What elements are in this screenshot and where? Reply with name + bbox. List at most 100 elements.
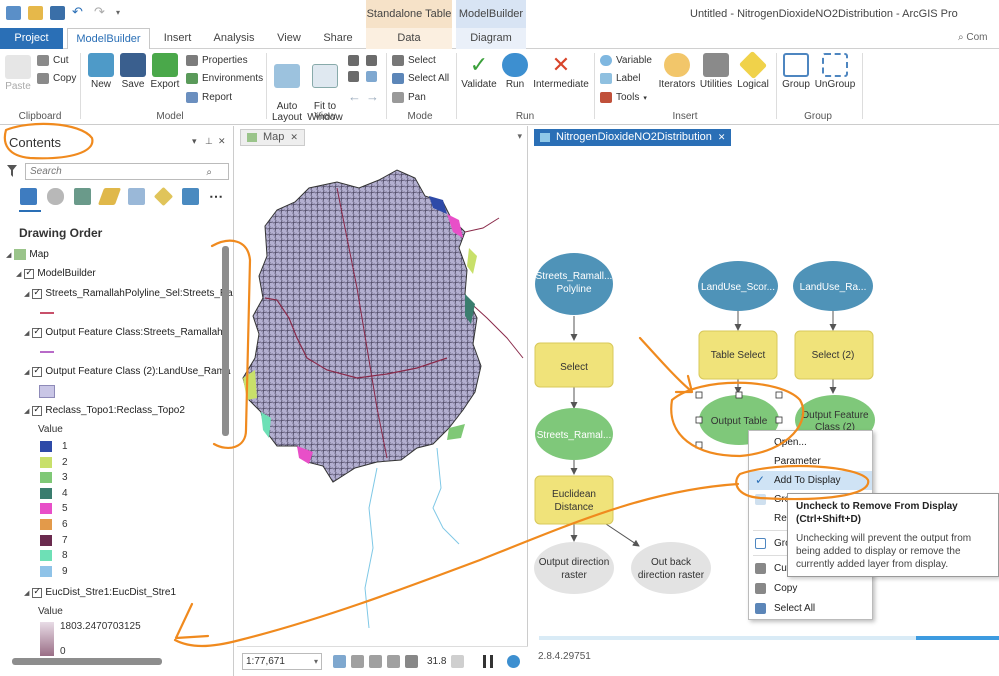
collapse-triangle-icon[interactable]: ◢ <box>6 251 11 259</box>
pause-icon[interactable] <box>483 655 493 668</box>
tab-map-view[interactable]: Map ✕ <box>240 129 305 146</box>
project-icon[interactable] <box>6 6 21 20</box>
legend-swatch[interactable] <box>40 534 52 546</box>
export-button[interactable]: Export <box>150 53 180 90</box>
vertical-scrollbar[interactable] <box>222 246 229 436</box>
node-out-back-direction-raster[interactable]: Out back direction raster <box>631 542 711 594</box>
properties-button[interactable]: Properties <box>186 55 248 66</box>
cut-button[interactable]: Cut <box>37 55 69 66</box>
legend-swatch[interactable] <box>40 472 52 484</box>
menu-item-add-to-display[interactable]: ✓ Add To Display <box>749 471 872 490</box>
select-mode-button[interactable]: Select <box>392 55 436 66</box>
legend-swatch[interactable] <box>40 550 52 562</box>
list-by-selection-icon[interactable] <box>74 188 91 205</box>
coordinate-icon[interactable] <box>405 655 418 668</box>
snap-icon[interactable] <box>366 71 377 82</box>
intermediate-button[interactable]: ✕ Intermediate <box>531 53 591 91</box>
list-by-perspective-icon[interactable] <box>182 188 199 205</box>
save-icon[interactable] <box>50 6 65 20</box>
node-landuse-ra[interactable]: LandUse_Ra... <box>793 261 873 311</box>
list-by-drawing-order-icon[interactable] <box>20 188 37 205</box>
legend-swatch[interactable] <box>40 441 52 452</box>
auto-layout-button[interactable]: Auto Layout <box>270 53 304 123</box>
tab-list-dropdown-icon[interactable]: ▾ <box>517 131 522 142</box>
validate-button[interactable]: ✓ Validate <box>460 53 498 91</box>
variable-button[interactable]: Variable <box>600 55 652 66</box>
node-streets-ramal[interactable]: Streets_Ramal... <box>535 408 613 460</box>
collapse-triangle-icon[interactable]: ◢ <box>24 329 29 337</box>
filter-icon[interactable] <box>7 165 17 177</box>
pin-icon[interactable]: ⊥ <box>205 136 213 147</box>
zoom-in-icon[interactable] <box>348 55 359 66</box>
tab-diagram[interactable]: Diagram <box>456 28 526 49</box>
tab-data[interactable]: Data <box>366 28 452 49</box>
run-button[interactable]: Run <box>500 53 530 90</box>
pane-options-icon[interactable]: ▾ <box>192 136 197 147</box>
snapping-icon[interactable] <box>387 655 400 668</box>
visibility-checkbox[interactable] <box>32 404 43 416</box>
node-select-2-tool[interactable]: Select (2) <box>794 330 874 380</box>
tree-item-modelbuilder[interactable]: ◢ ModelBuilder <box>16 267 96 280</box>
search-input[interactable]: Search ⌕ <box>25 163 229 180</box>
collapse-triangle-icon[interactable]: ◢ <box>24 368 29 376</box>
tree-item-layer[interactable]: ◢ Streets_RamallahPolyline_Sel:Streets_R… <box>24 287 233 300</box>
legend-swatch[interactable] <box>40 503 52 515</box>
zoom-out-icon[interactable] <box>366 55 377 66</box>
back-arrow-icon[interactable]: ← <box>348 89 361 104</box>
tab-analysis[interactable]: Analysis <box>207 28 261 49</box>
ungroup-button[interactable]: UnGroup <box>814 53 856 90</box>
collapse-triangle-icon[interactable]: ◢ <box>24 290 29 298</box>
new-model-button[interactable]: New <box>86 53 116 90</box>
map-scale-dropdown[interactable]: 1:77,671 ▾ <box>242 653 322 670</box>
close-icon[interactable]: ✕ <box>290 129 298 146</box>
tools-button[interactable]: Tools ▾ <box>600 92 647 103</box>
iterators-button[interactable]: Iterators <box>656 53 698 90</box>
tree-item-layer[interactable]: ◢ EucDist_Stre1:EucDist_Stre1 <box>24 586 176 599</box>
pan-button[interactable]: Pan <box>392 92 426 103</box>
open-folder-icon[interactable] <box>28 6 43 20</box>
legend-swatch[interactable] <box>40 487 52 499</box>
utilities-button[interactable]: Utilities <box>698 53 734 90</box>
menu-item-open[interactable]: Open... <box>749 433 872 452</box>
list-by-source-icon[interactable] <box>47 188 64 205</box>
node-select-tool[interactable]: Select <box>534 342 614 388</box>
command-search[interactable]: ⌕ Com <box>958 32 988 43</box>
list-by-editing-icon[interactable] <box>97 188 122 205</box>
legend-swatch[interactable] <box>40 565 52 577</box>
table-icon[interactable] <box>351 655 364 668</box>
undo-icon[interactable]: ↶ <box>72 5 87 20</box>
visibility-checkbox[interactable] <box>32 326 43 338</box>
map-canvas[interactable] <box>237 148 528 646</box>
group-button[interactable]: Group <box>780 53 812 90</box>
tab-insert[interactable]: Insert <box>155 28 200 49</box>
more-options-icon[interactable]: ⋯ <box>209 188 223 205</box>
tree-item-layer[interactable]: ◢ Output Feature Class:Streets_RamallahP <box>24 326 229 339</box>
redo-icon[interactable]: ↷ <box>94 5 109 20</box>
diagram-scroll-thumb[interactable] <box>916 636 999 640</box>
menu-item-copy[interactable]: Copy <box>749 579 872 598</box>
legend-swatch[interactable] <box>40 519 52 530</box>
node-streets-polyline[interactable]: Streets_Ramall... Polyline <box>535 253 613 315</box>
list-by-snapping-icon[interactable] <box>128 188 145 205</box>
node-table-select-tool[interactable]: Table Select <box>698 330 778 380</box>
select-all-button[interactable]: Select All <box>392 73 449 84</box>
customize-qat-icon[interactable]: ▾ <box>116 6 131 20</box>
node-landuse-scor[interactable]: LandUse_Scor... <box>698 261 778 311</box>
list-by-labeling-icon[interactable] <box>153 186 174 207</box>
horizontal-scrollbar[interactable] <box>12 658 162 665</box>
tree-item-layer[interactable]: ◢ Reclass_Topo1:Reclass_Topo2 <box>24 404 185 417</box>
menu-item-select-all[interactable]: Select All <box>749 599 872 618</box>
close-icon[interactable]: ✕ <box>718 129 726 146</box>
node-output-direction-raster[interactable]: Output direction raster <box>534 542 614 594</box>
collapse-triangle-icon[interactable]: ◢ <box>16 270 21 278</box>
refresh-icon[interactable] <box>507 655 520 668</box>
forward-arrow-icon[interactable]: → <box>366 89 379 104</box>
copy-button[interactable]: Copy <box>37 73 76 84</box>
menu-item-parameter[interactable]: Parameter <box>749 452 872 471</box>
tab-project[interactable]: Project <box>0 28 63 49</box>
save-model-button[interactable]: Save <box>119 53 147 90</box>
environments-button[interactable]: Environments <box>186 73 263 84</box>
legend-swatch[interactable] <box>40 456 52 468</box>
tab-view[interactable]: View <box>268 28 310 49</box>
tab-share[interactable]: Share <box>316 28 360 49</box>
